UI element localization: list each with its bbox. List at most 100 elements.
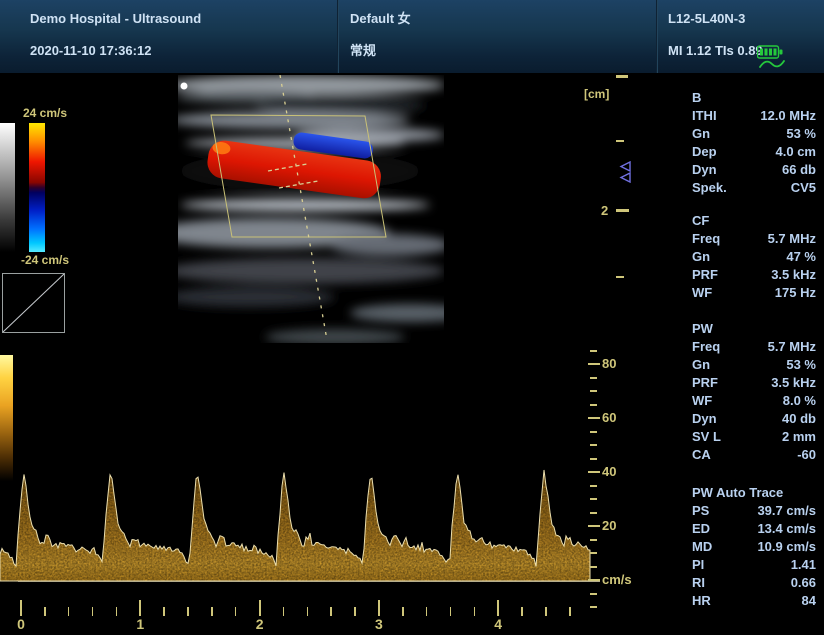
velocity-minor-tick	[590, 539, 597, 541]
param-row: Gn53 %	[692, 356, 816, 374]
color-scale-max-label: 24 cm/s	[16, 106, 74, 120]
b-mode-image	[155, 75, 445, 345]
time-axis-label: 0	[11, 616, 31, 632]
velocity-major-tick	[588, 417, 600, 419]
color-doppler-bar	[29, 123, 45, 252]
velocity-major-tick	[588, 363, 600, 365]
depth-tick	[616, 75, 628, 78]
time-minor-tick	[521, 607, 523, 616]
ac-power-wave-icon	[759, 58, 785, 70]
time-major-tick	[259, 600, 261, 616]
topbar-divider	[656, 0, 658, 73]
depth-tick	[616, 276, 624, 278]
param-row: WF8.0 %	[692, 392, 816, 410]
depth-tick	[616, 209, 629, 212]
param-row: Dyn40 db	[692, 410, 816, 428]
spectrum-noise	[0, 470, 590, 581]
patient-preset: Default 女	[350, 11, 411, 26]
exam-mode: 常规	[350, 43, 376, 58]
time-minor-tick	[354, 607, 356, 616]
param-row: PS39.7 cm/s	[692, 502, 816, 520]
velocity-baseline-tick	[588, 579, 600, 581]
cf-mode-section: CF Freq5.7 MHz Gn47 % PRF3.5 kHz WF175 H…	[692, 212, 816, 302]
battery-icon	[757, 45, 783, 59]
param-row: Spek.CV5	[692, 179, 816, 197]
time-axis-label: 1	[130, 616, 150, 632]
velocity-axis-label: 40	[602, 464, 616, 479]
time-minor-tick	[44, 607, 46, 616]
velocity-minor-tick	[590, 512, 597, 514]
top-status-bar: Demo Hospital - Ultrasound 2020-11-10 17…	[0, 0, 824, 73]
time-minor-tick	[450, 607, 452, 616]
param-row: ED13.4 cm/s	[692, 520, 816, 538]
time-minor-tick	[92, 607, 94, 616]
param-row: WF175 Hz	[692, 284, 816, 302]
gray-curve-box	[2, 273, 65, 333]
velocity-major-tick	[588, 471, 600, 473]
velocity-minor-tick	[590, 498, 597, 500]
depth-tick	[616, 140, 624, 142]
param-row: Dyn66 db	[692, 161, 816, 179]
time-minor-tick	[68, 607, 70, 616]
datetime: 2020-11-10 17:36:12	[30, 43, 151, 58]
pw-mode-section: PW Freq5.7 MHz Gn53 % PRF3.5 kHz WF8.0 %…	[692, 320, 816, 464]
time-major-tick	[497, 600, 499, 616]
param-row: Freq5.7 MHz	[692, 338, 816, 356]
color-scale-min-label: -24 cm/s	[14, 253, 76, 267]
probe-model: L12-5L40N-3	[668, 11, 745, 26]
time-axis-label: 3	[369, 616, 389, 632]
velocity-minor-tick	[590, 566, 597, 568]
velocity-minor-tick	[590, 390, 597, 392]
pw-auto-trace-section: PW Auto Trace PS39.7 cm/s ED13.4 cm/s MD…	[692, 484, 816, 610]
param-row: HR84	[692, 592, 816, 610]
velocity-minor-tick	[590, 444, 597, 446]
velocity-minor-tick	[590, 350, 597, 352]
time-minor-tick	[569, 607, 571, 616]
velocity-minor-tick	[590, 404, 597, 406]
section-title-pw-auto-trace: PW Auto Trace	[692, 484, 816, 502]
b-mode-section: B ITHI12.0 MHz Gn53 % Dep4.0 cm Dyn66 db…	[692, 89, 816, 197]
depth-unit-label: [cm]	[584, 87, 609, 101]
parameter-panel: B ITHI12.0 MHz Gn53 % Dep4.0 cm Dyn66 db…	[692, 89, 816, 610]
param-row: RI0.66	[692, 574, 816, 592]
velocity-axis-label: 20	[602, 518, 616, 533]
time-major-tick	[378, 600, 380, 616]
time-minor-tick	[235, 607, 237, 616]
section-title-b: B	[692, 89, 816, 107]
param-row: PRF3.5 kHz	[692, 266, 816, 284]
probe-orientation-dot	[181, 83, 188, 90]
time-minor-tick	[402, 607, 404, 616]
velocity-axis-label: 80	[602, 356, 616, 371]
velocity-unit-label: cm/s	[602, 572, 632, 587]
velocity-minor-tick	[590, 431, 597, 433]
time-minor-tick	[187, 607, 189, 616]
ultrasound-screen: Demo Hospital - Ultrasound 2020-11-10 17…	[0, 0, 824, 635]
velocity-minor-tick	[590, 552, 597, 554]
time-minor-tick	[116, 607, 118, 616]
time-axis-label: 4	[488, 616, 508, 632]
time-minor-tick	[330, 607, 332, 616]
focus-marker-icon	[618, 161, 632, 183]
time-minor-tick	[163, 607, 165, 616]
param-row: PRF3.5 kHz	[692, 374, 816, 392]
time-major-tick	[20, 600, 22, 616]
grayscale-bar	[0, 123, 15, 252]
time-minor-tick	[474, 607, 476, 616]
time-minor-tick	[426, 607, 428, 616]
param-row: CA-60	[692, 446, 816, 464]
hospital-title: Demo Hospital - Ultrasound	[30, 11, 201, 26]
acoustic-indices: MI 1.12 TIs 0.89	[668, 43, 763, 58]
param-row: ITHI12.0 MHz	[692, 107, 816, 125]
spectrum-baseline	[18, 581, 600, 582]
time-major-tick	[139, 600, 141, 616]
velocity-major-tick	[588, 525, 600, 527]
topbar-divider	[337, 0, 339, 73]
time-axis-label: 2	[250, 616, 270, 632]
time-minor-tick	[211, 607, 213, 616]
param-row: Dep4.0 cm	[692, 143, 816, 161]
section-title-cf: CF	[692, 212, 816, 230]
velocity-minor-tick	[590, 485, 597, 487]
param-row: SV L2 mm	[692, 428, 816, 446]
param-row: Gn53 %	[692, 125, 816, 143]
gray-curve-diagonal	[3, 274, 64, 332]
